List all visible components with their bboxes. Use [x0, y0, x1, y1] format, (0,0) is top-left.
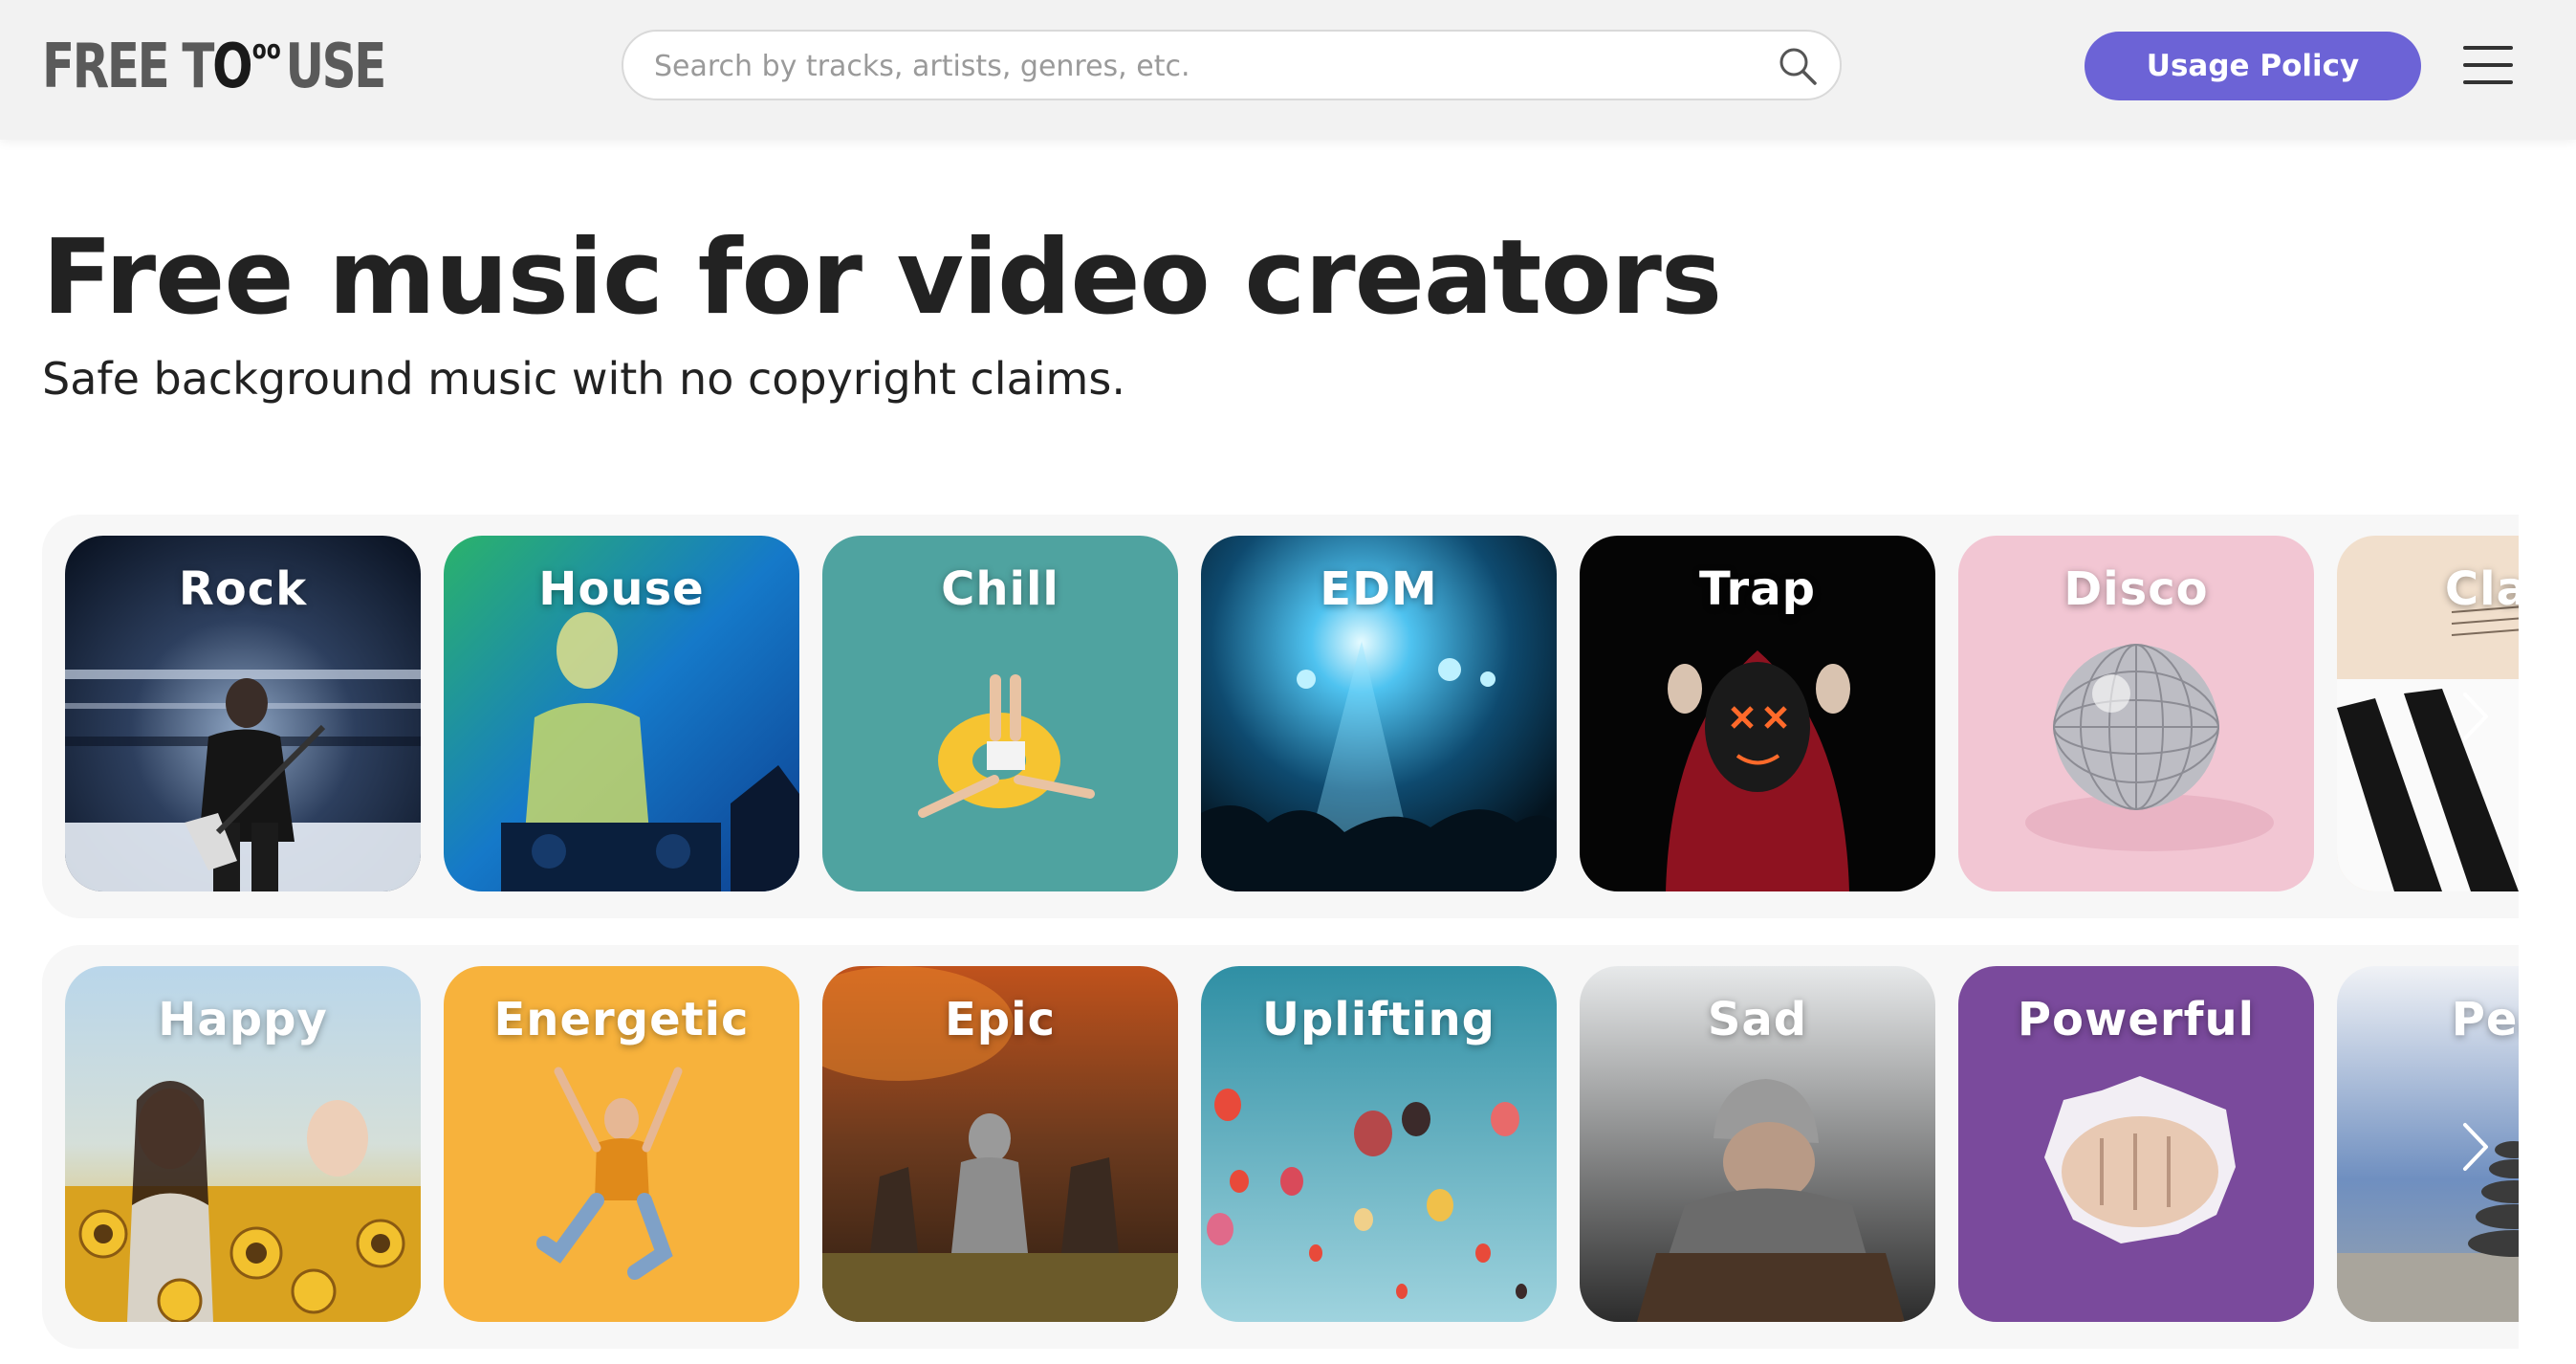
mood-label: Uplifting [1261, 993, 1496, 1046]
mood-label: Peac [2451, 993, 2519, 1046]
genre-label: Chill [941, 562, 1059, 616]
search-bar [622, 30, 1842, 100]
genre-card-house[interactable]: House [444, 536, 799, 891]
mood-card-uplifting[interactable]: Uplifting [1201, 966, 1557, 1322]
genre-card-trap[interactable]: Trap [1580, 536, 1935, 891]
page-title: Free music for video creators [42, 218, 1722, 338]
mood-label: Epic [944, 993, 1057, 1046]
genre-card-rock[interactable]: Rock [65, 536, 421, 891]
genre-carousel: Rock House Chill EDM Trap Disco Cla [42, 515, 2519, 918]
genre-card-edm[interactable]: EDM [1201, 536, 1557, 891]
genre-label: Trap [1699, 562, 1816, 616]
mood-label: Happy [158, 993, 328, 1046]
genre-label: EDM [1320, 562, 1438, 616]
genre-card-chill[interactable]: Chill [822, 536, 1178, 891]
genre-label: Rock [178, 562, 308, 616]
usage-policy-button[interactable]: Usage Policy [2085, 32, 2421, 100]
search-icon[interactable] [1777, 45, 1819, 87]
search-input[interactable] [652, 32, 1727, 100]
mood-card-sad[interactable]: Sad [1580, 966, 1935, 1322]
mood-card-happy[interactable]: Happy [65, 966, 421, 1322]
hamburger-menu-icon[interactable] [2463, 42, 2513, 88]
genre-label: Disco [2063, 562, 2209, 616]
logo-text-superscript: oo [251, 33, 281, 65]
mood-card-energetic[interactable]: Energetic [444, 966, 799, 1322]
page-subtitle: Safe background music with no copyright … [42, 353, 1125, 405]
mood-card-epic[interactable]: Epic [822, 966, 1178, 1322]
mood-label: Powerful [2017, 993, 2256, 1046]
chevron-right-icon[interactable] [2452, 683, 2500, 750]
mood-label: Energetic [493, 993, 750, 1046]
genre-card-disco[interactable]: Disco [1958, 536, 2314, 891]
logo-text-use: USE [285, 32, 386, 102]
genre-label: House [538, 562, 705, 616]
genre-label: Class [2444, 562, 2519, 616]
chevron-right-icon[interactable] [2452, 1113, 2500, 1180]
mood-label: Sad [1707, 993, 1808, 1046]
logo-text-zero: O [212, 32, 252, 102]
mood-card-powerful[interactable]: Powerful [1958, 966, 2314, 1322]
top-header: FREE TOooUSE Usage Policy [0, 0, 2576, 140]
logo-text-free-to: FREE T [42, 32, 214, 102]
mood-carousel: Happy Energetic Epic Uplifting Sad Power… [42, 945, 2519, 1349]
site-logo[interactable]: FREE T Ooo USE [42, 29, 386, 105]
